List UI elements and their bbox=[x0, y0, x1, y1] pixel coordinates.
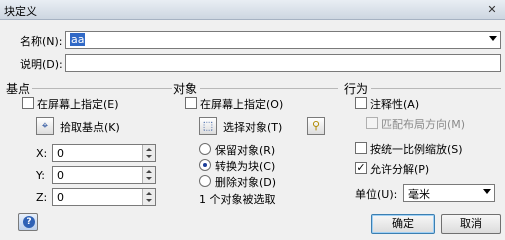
name-label: 名称(N): bbox=[20, 35, 63, 48]
y-label: Y: bbox=[36, 169, 45, 182]
unit-value: 毫米 bbox=[408, 188, 430, 201]
radio-delete-label: 删除对象(D) bbox=[215, 176, 277, 189]
allow-explode-checkbox[interactable]: ✓ bbox=[355, 162, 367, 174]
radio-retain[interactable] bbox=[199, 143, 211, 155]
y-coordinate-input[interactable]: 0 bbox=[52, 166, 156, 184]
description-label: 说明(D): bbox=[20, 58, 63, 71]
x-coordinate-input[interactable]: 0 bbox=[52, 144, 156, 162]
pick-point-label: 拾取基点(K) bbox=[60, 121, 120, 134]
cancel-button[interactable]: 取消 bbox=[441, 214, 501, 234]
z-value: 0 bbox=[57, 191, 64, 204]
close-icon[interactable]: ✕ bbox=[485, 3, 499, 17]
ok-button[interactable]: 确定 bbox=[371, 214, 435, 234]
match-orientation-checkbox[interactable] bbox=[366, 117, 378, 129]
behavior-section-title: 行为 bbox=[344, 82, 369, 96]
behavior-separator bbox=[371, 88, 501, 89]
help-icon: ? bbox=[23, 216, 35, 228]
radio-retain-label: 保留对象(R) bbox=[215, 144, 276, 157]
z-spinner[interactable] bbox=[142, 189, 155, 205]
unit-select[interactable]: 毫米 bbox=[403, 184, 495, 202]
base-point-separator bbox=[32, 88, 172, 89]
match-orientation-label: 匹配布局方向(M) bbox=[381, 118, 466, 131]
radio-convert-label: 转换为块(C) bbox=[215, 160, 276, 173]
x-value: 0 bbox=[57, 147, 64, 160]
radio-delete[interactable] bbox=[199, 175, 211, 187]
chevron-down-icon[interactable] bbox=[483, 189, 491, 194]
quick-select-icon[interactable]: ⚲ bbox=[307, 117, 325, 135]
x-label: X: bbox=[36, 147, 48, 160]
base-point-section-title: 基点 bbox=[6, 82, 31, 96]
help-button[interactable]: ? bbox=[18, 213, 38, 231]
objects-on-screen-label: 在屏幕上指定(O) bbox=[200, 98, 284, 111]
objects-section-title: 对象 bbox=[173, 82, 198, 96]
x-spinner[interactable] bbox=[142, 145, 155, 161]
base-point-on-screen-checkbox[interactable] bbox=[22, 97, 34, 109]
select-objects-label: 选择对象(T) bbox=[223, 121, 283, 134]
z-label: Z: bbox=[36, 191, 48, 204]
z-coordinate-input[interactable]: 0 bbox=[52, 188, 156, 206]
unit-label: 单位(U): bbox=[355, 188, 398, 201]
objects-separator bbox=[200, 88, 338, 89]
title-bar: 块定义 ✕ bbox=[0, 0, 505, 20]
uniform-scale-label: 按统一比例缩放(S) bbox=[370, 143, 463, 156]
pick-point-icon[interactable]: ⌖ bbox=[36, 117, 54, 135]
annotative-label: 注释性(A) bbox=[370, 98, 420, 111]
name-value: aa bbox=[70, 33, 86, 46]
radio-convert[interactable] bbox=[199, 159, 211, 171]
dialog-title: 块定义 bbox=[4, 5, 37, 18]
base-point-on-screen-label: 在屏幕上指定(E) bbox=[37, 98, 119, 111]
annotative-checkbox[interactable] bbox=[355, 97, 367, 109]
allow-explode-label: 允许分解(P) bbox=[370, 163, 430, 176]
selection-status: 1 个对象被选取 bbox=[199, 193, 276, 206]
name-combobox[interactable]: aa bbox=[65, 31, 501, 49]
y-value: 0 bbox=[57, 169, 64, 182]
chevron-down-icon[interactable] bbox=[489, 36, 497, 41]
objects-on-screen-checkbox[interactable] bbox=[185, 97, 197, 109]
uniform-scale-checkbox[interactable] bbox=[355, 142, 367, 154]
select-objects-icon[interactable]: ⬚ bbox=[199, 117, 217, 135]
y-spinner[interactable] bbox=[142, 167, 155, 183]
description-field[interactable] bbox=[65, 54, 501, 72]
